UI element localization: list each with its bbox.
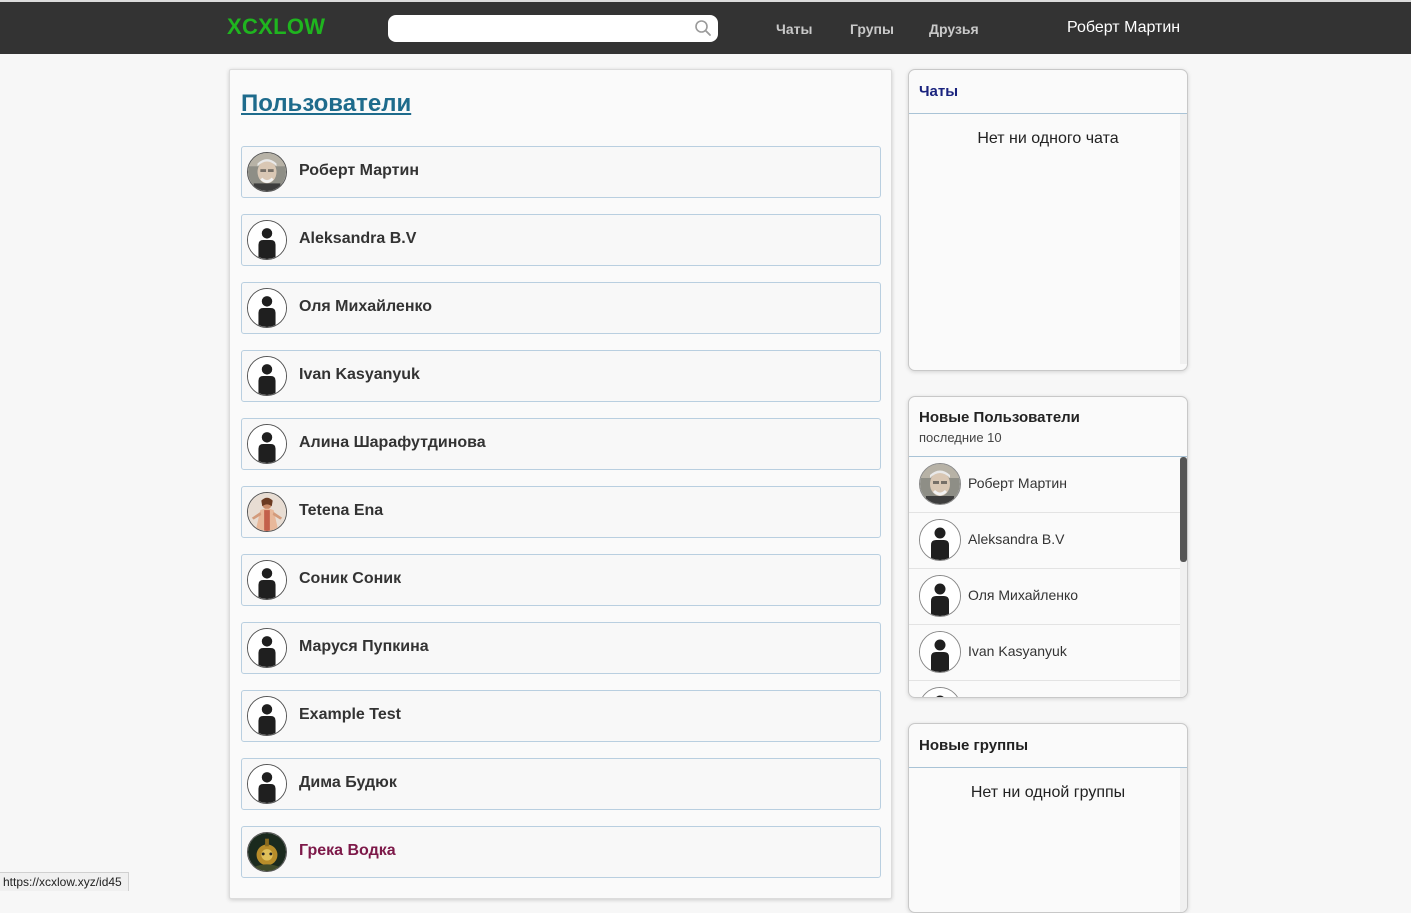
user-card[interactable]: Aleksandra B.V: [241, 214, 881, 266]
new-users-list: Роберт Мартин Aleksandra B.V Оля Михайленк…: [909, 457, 1187, 697]
new-users-panel: Новые Пользователи последние 10 Роберт М…: [908, 396, 1188, 698]
user-list: Роберт Мартин Aleksandra B.V Оля Михайленк…: [241, 146, 881, 894]
new-groups-panel: Новые группы Нет ни одной группы: [908, 723, 1188, 913]
new-user-item[interactable]: Оля Михайленко: [909, 569, 1187, 625]
user-name-link[interactable]: Алина Шарафутдинова: [299, 434, 486, 452]
user-avatar[interactable]: [247, 560, 287, 600]
user-avatar[interactable]: [247, 152, 287, 192]
user-card[interactable]: Дима Будюк: [241, 758, 881, 810]
groups-empty-text: Нет ни одной группы: [970, 784, 1126, 801]
user-avatar[interactable]: [247, 832, 287, 872]
new-user-name[interactable]: Ivan Kasyanyuk: [968, 643, 1067, 659]
user-name-link[interactable]: Tetena Ena: [299, 502, 383, 520]
new-users-panel-header: Новые Пользователи последние 10: [909, 397, 1187, 457]
top-navbar: XCXLOW Чаты Групы Друзья Роберт Мартин: [0, 0, 1411, 54]
user-avatar[interactable]: [247, 492, 287, 532]
chats-panel: Чаты Нет ни одного чата: [908, 69, 1188, 371]
new-user-avatar[interactable]: [919, 463, 961, 505]
chats-scrollbar[interactable]: [1180, 114, 1187, 364]
new-users-panel-subtitle: последние 10: [919, 430, 1002, 445]
user-name-link[interactable]: Example Test: [299, 706, 401, 724]
user-avatar[interactable]: [247, 356, 287, 396]
user-avatar[interactable]: [247, 696, 287, 736]
user-avatar[interactable]: [247, 220, 287, 260]
new-user-avatar[interactable]: [919, 687, 961, 697]
new-user-name[interactable]: Роберт Мартин: [968, 475, 1067, 491]
chats-panel-header: Чаты: [909, 70, 1187, 114]
page-title[interactable]: Пользователи: [241, 90, 411, 118]
user-card[interactable]: Маруся Пупкина: [241, 622, 881, 674]
user-card[interactable]: Ivan Kasyanyuk: [241, 350, 881, 402]
nav-link-chats[interactable]: Чаты: [776, 21, 812, 37]
status-bar-url: https://xcxlow.xyz/id45: [0, 872, 129, 891]
chats-panel-title: Чаты: [919, 83, 959, 100]
user-name-link[interactable]: Дима Будюк: [299, 774, 397, 792]
new-user-avatar[interactable]: [919, 519, 961, 561]
user-card[interactable]: Грека Водка: [241, 826, 881, 878]
user-card[interactable]: Example Test: [241, 690, 881, 742]
new-user-item[interactable]: Алина Шарафутдинова: [909, 681, 1187, 697]
new-user-item[interactable]: Ivan Kasyanyuk: [909, 625, 1187, 681]
search-input[interactable]: [388, 15, 718, 42]
new-user-item[interactable]: Aleksandra B.V: [909, 513, 1187, 569]
user-name-link[interactable]: Aleksandra B.V: [299, 230, 416, 248]
user-name-link[interactable]: Маруся Пупкина: [299, 638, 429, 656]
user-avatar[interactable]: [247, 424, 287, 464]
user-name-link[interactable]: Соник Соник: [299, 570, 401, 588]
user-card[interactable]: Tetena Ena: [241, 486, 881, 538]
new-user-avatar[interactable]: [919, 631, 961, 673]
new-user-avatar[interactable]: [919, 575, 961, 617]
nav-link-groups[interactable]: Групы: [850, 21, 894, 37]
user-name-link[interactable]: Ivan Kasyanyuk: [299, 366, 420, 384]
user-avatar[interactable]: [247, 288, 287, 328]
user-name-link[interactable]: Оля Михайленко: [299, 298, 432, 316]
new-user-name[interactable]: Aleksandra B.V: [968, 531, 1065, 547]
new-user-name[interactable]: Оля Михайленко: [968, 587, 1078, 603]
new-users-scrollbar-thumb[interactable]: [1180, 457, 1187, 562]
user-name-link[interactable]: Грека Водка: [299, 842, 396, 860]
user-name-link[interactable]: Роберт Мартин: [299, 162, 419, 180]
user-card[interactable]: Соник Соник: [241, 554, 881, 606]
new-groups-panel-title: Новые группы: [919, 737, 1029, 754]
search-icon[interactable]: [694, 19, 712, 37]
current-user-name[interactable]: Роберт Мартин: [1067, 19, 1180, 37]
user-avatar[interactable]: [247, 628, 287, 668]
user-avatar[interactable]: [247, 764, 287, 804]
user-card[interactable]: Алина Шарафутдинова: [241, 418, 881, 470]
chats-empty-text: Нет ни одного чата: [977, 130, 1119, 147]
nav-link-friends[interactable]: Друзья: [929, 21, 979, 37]
new-users-panel-title: Новые Пользователи: [919, 409, 1080, 426]
new-groups-panel-header: Новые группы: [909, 724, 1187, 768]
user-card[interactable]: Оля Михайленко: [241, 282, 881, 334]
new-user-item[interactable]: Роберт Мартин: [909, 457, 1187, 513]
site-logo[interactable]: XCXLOW: [227, 14, 325, 40]
user-card[interactable]: Роберт Мартин: [241, 146, 881, 198]
groups-scrollbar[interactable]: [1180, 768, 1187, 912]
users-panel: Пользователи Роберт Мартин Aleksandra B.V…: [229, 69, 892, 899]
